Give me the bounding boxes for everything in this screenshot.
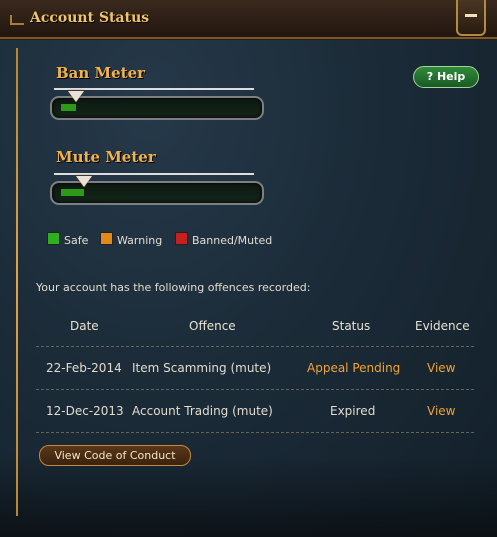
legend-safe-label: Safe: [64, 234, 89, 247]
panel-title: Account Status: [30, 10, 150, 26]
legend-safe: Safe: [47, 232, 88, 247]
banned-swatch-icon: [175, 232, 188, 245]
mute-meter-title: Mute Meter: [56, 148, 156, 166]
header-evidence: Evidence: [415, 319, 470, 333]
legend-banned-label: Banned/Muted: [192, 234, 273, 247]
minus-icon: [465, 14, 477, 17]
table-divider: [36, 432, 474, 433]
view-evidence-link[interactable]: View: [427, 361, 455, 375]
ban-meter: [50, 88, 264, 120]
panel-header: Account Status: [0, 0, 497, 39]
header-ornament: [10, 15, 24, 25]
legend-warning: Warning: [100, 232, 162, 247]
mute-meter: [50, 173, 264, 205]
row-status-badge: Expired: [330, 404, 376, 418]
row-date: 12-Dec-2013: [46, 404, 124, 418]
panel-texture: [0, 457, 497, 537]
header-status: Status: [332, 319, 371, 333]
ban-meter-title: Ban Meter: [56, 64, 146, 82]
ban-meter-rule: [54, 88, 254, 90]
legend-warning-label: Warning: [117, 234, 163, 247]
safe-swatch-icon: [47, 232, 60, 245]
ban-meter-fill: [61, 104, 76, 111]
account-status-panel: Account Status Ban Meter Mute Meter ? He…: [0, 0, 497, 537]
header-date: Date: [70, 319, 99, 333]
mute-meter-rule: [54, 173, 254, 175]
row-offence: Item Scamming (mute): [132, 361, 272, 375]
offences-intro-text: Your account has the following offences …: [36, 281, 311, 294]
row-date: 22-Feb-2014: [46, 361, 122, 375]
table-divider: [36, 389, 474, 390]
view-evidence-link[interactable]: View: [427, 404, 455, 418]
ban-meter-marker-icon: [68, 91, 84, 102]
row-status-badge: Appeal Pending: [307, 361, 401, 375]
warning-swatch-icon: [100, 232, 113, 245]
left-divider: [16, 48, 18, 516]
view-code-of-conduct-button[interactable]: View Code of Conduct: [39, 445, 191, 466]
table-divider: [36, 346, 474, 347]
legend-banned: Banned/Muted: [175, 232, 272, 247]
collapse-button[interactable]: [456, 0, 486, 36]
mute-meter-fill: [61, 189, 84, 196]
row-offence: Account Trading (mute): [132, 404, 273, 418]
header-offence: Offence: [189, 319, 236, 333]
help-button[interactable]: ? Help: [413, 66, 479, 88]
mute-meter-marker-icon: [76, 176, 92, 187]
